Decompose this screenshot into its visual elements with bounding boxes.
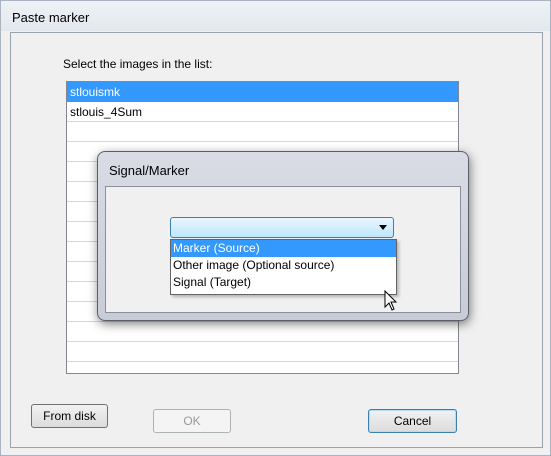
empty-list-row — [67, 322, 458, 342]
option-marker-source[interactable]: Marker (Source) — [171, 240, 396, 257]
chevron-down-icon[interactable] — [379, 225, 387, 230]
cancel-button[interactable]: Cancel — [368, 409, 457, 433]
option-other-image[interactable]: Other image (Optional source) — [171, 257, 396, 274]
modal-client-area: Marker (Source) Other image (Optional so… — [105, 186, 461, 313]
list-item[interactable]: stlouis_4Sum — [67, 102, 458, 122]
option-signal-target[interactable]: Signal (Target) — [171, 274, 396, 291]
ok-button[interactable]: OK — [153, 409, 231, 433]
list-item[interactable]: stlouismk — [67, 82, 458, 102]
mouse-pointer-icon — [384, 290, 398, 311]
list-item-label: stlouis_4Sum — [70, 105, 143, 119]
list-item-label: stlouismk — [70, 85, 121, 99]
title-bar[interactable]: Paste marker — [1, 1, 550, 31]
signal-marker-dialog: Signal/Marker Marker (Source) Other imag… — [97, 151, 469, 321]
empty-list-row — [67, 122, 458, 142]
combobox-dropdown-list: Marker (Source) Other image (Optional so… — [170, 239, 397, 295]
empty-list-row — [67, 342, 458, 362]
list-prompt-label: Select the images in the list: — [63, 57, 213, 71]
signal-marker-combobox[interactable] — [170, 217, 394, 238]
from-disk-button[interactable]: From disk — [31, 404, 108, 428]
window-title: Paste marker — [12, 10, 90, 25]
paste-marker-window: Paste marker Select the images in the li… — [0, 0, 551, 456]
modal-title: Signal/Marker — [109, 163, 190, 178]
